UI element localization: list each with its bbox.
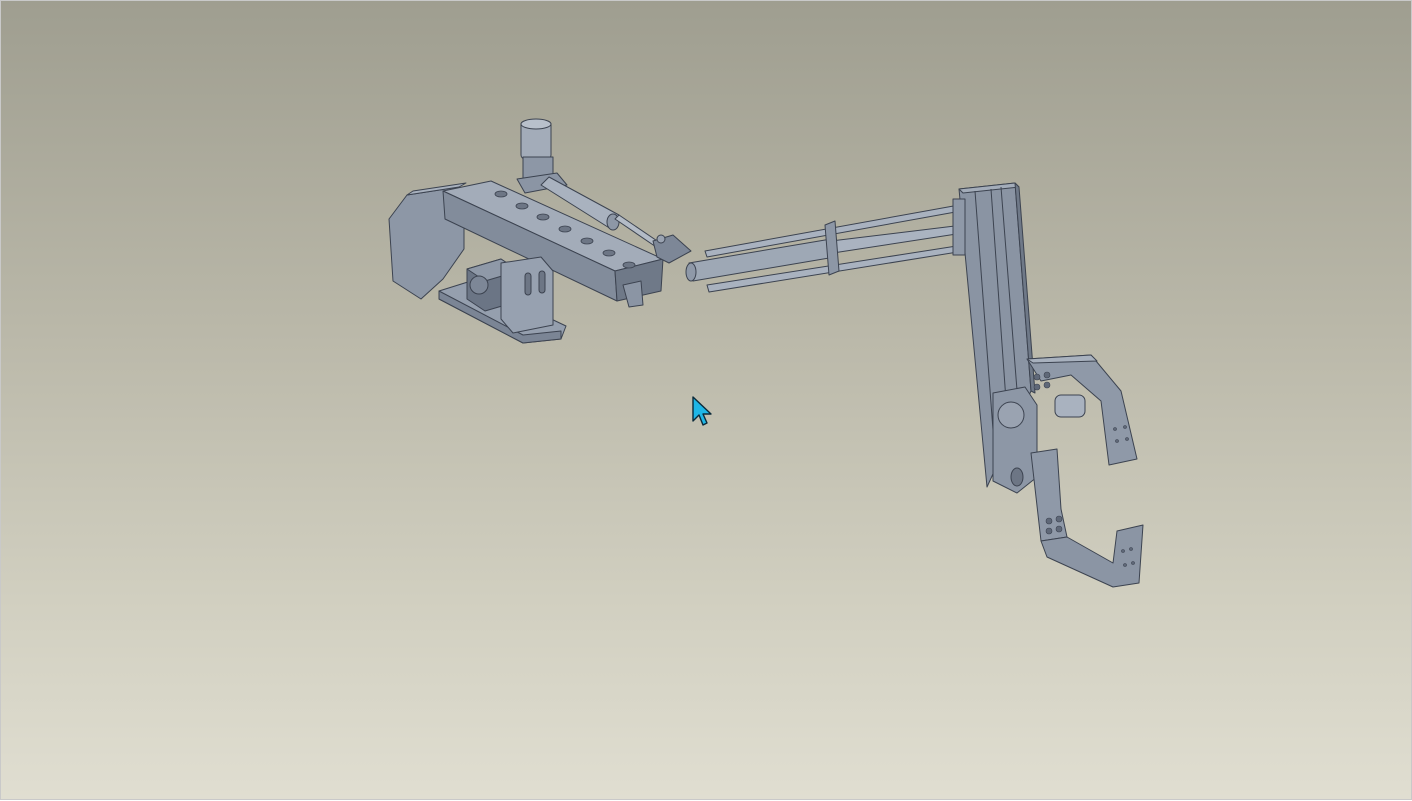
stepper-motor-shaft: [469, 275, 489, 295]
mount-slot-2: [538, 270, 546, 294]
arrow-pointer-icon: [692, 396, 712, 426]
cad-3d-viewport[interactable]: [0, 0, 1412, 800]
rotary-joint-disc: [997, 401, 1025, 429]
base-assembly[interactable]: [388, 118, 692, 344]
linear-rod-assembly[interactable]: [685, 204, 965, 293]
coupling-bolt: [656, 234, 666, 244]
rod-end-block: [952, 198, 966, 256]
gripper-shaft: [1054, 394, 1086, 418]
mount-slot-1: [524, 272, 532, 296]
rail-end-bracket: [622, 280, 644, 308]
rotary-joint-hole: [1010, 467, 1024, 487]
upper-finger-top: [1026, 354, 1098, 364]
main-cylinder-front-cap: [685, 262, 697, 282]
gripper-assembly[interactable]: [992, 354, 1144, 588]
top-motor-cap: [520, 118, 552, 130]
